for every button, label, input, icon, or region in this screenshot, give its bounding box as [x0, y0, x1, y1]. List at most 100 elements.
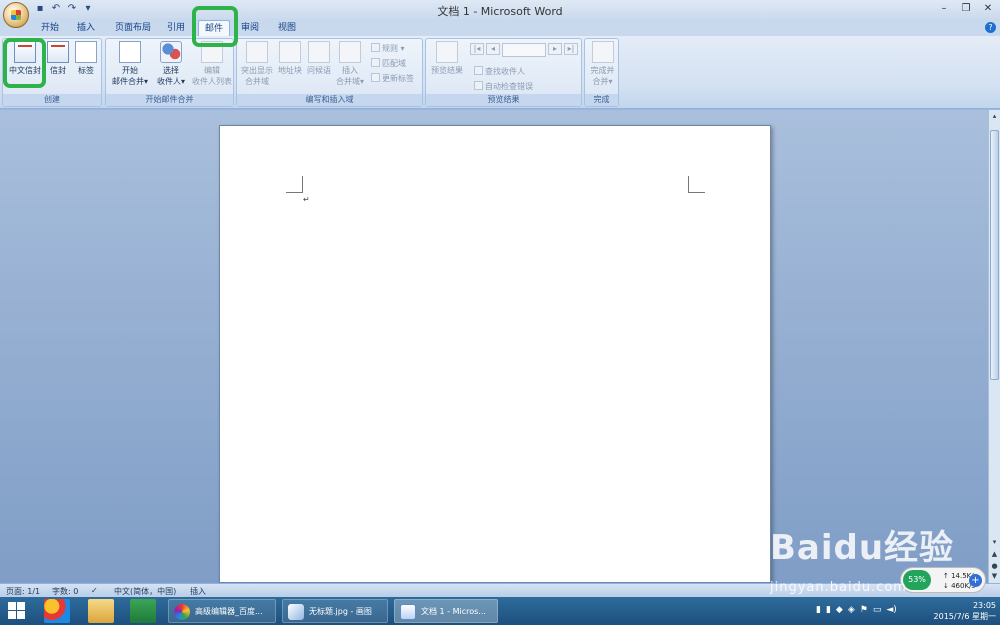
envelope-button[interactable]: 信封: [45, 41, 71, 76]
scroll-down-icon[interactable]: ▾: [990, 538, 999, 547]
address-block-button[interactable]: 地址块: [276, 41, 304, 76]
mail-merge-icon: [119, 41, 141, 63]
tray-icon-shield[interactable]: ◆: [836, 605, 843, 615]
insert-field-icon: [339, 41, 361, 63]
paragraph-mark: ↵: [303, 195, 310, 204]
browse-object-icon[interactable]: ●: [990, 562, 999, 571]
last-record-icon[interactable]: ▸|: [564, 43, 578, 55]
group-write-insert-fields: 突出显示 合并域 地址块 问候语 插入 合并域▾ 规则 ▾ 匹配域 更新标签 编…: [236, 38, 423, 107]
preview-results-button[interactable]: 预览结果: [428, 41, 466, 76]
taskbar: 高级编辑器_百度... 无标题.jpg - 画图 文档 1 - Micros..…: [0, 597, 1000, 625]
memory-percent: 53%: [903, 570, 931, 590]
edit-recipient-list-button[interactable]: 编辑 收件人列表: [190, 41, 234, 87]
group-label: 预览结果: [426, 94, 581, 106]
tab-home[interactable]: 开始: [36, 20, 64, 36]
paint-icon: [288, 604, 304, 620]
ribbon: 中文信封 信封 标签 创建 开始 邮件合并▾ 选择 收件人▾ 编辑 收件人列表 …: [0, 36, 1000, 109]
group-finish: 完成并 合并▾ 完成: [584, 38, 619, 107]
minimize-icon[interactable]: –: [934, 1, 954, 16]
volume-icon[interactable]: ◄): [886, 605, 896, 615]
finish-merge-icon: [591, 41, 614, 63]
excel-icon[interactable]: [130, 599, 156, 623]
word-icon: [400, 604, 416, 620]
tray-icon-network[interactable]: ▮: [816, 605, 821, 615]
tab-references[interactable]: 引用: [162, 20, 190, 36]
clock[interactable]: 23:05 2015/7/6 星期一: [934, 600, 996, 622]
file-explorer-icon[interactable]: [88, 599, 114, 623]
vertical-scrollbar[interactable]: ▴ ▾ ▲ ● ▼: [988, 110, 1000, 583]
taskbar-window-word[interactable]: 文档 1 - Micros...: [394, 599, 498, 623]
insert-merge-field-button[interactable]: 插入 合并域▾: [334, 41, 366, 87]
greeting-line-button[interactable]: 问候语: [305, 41, 333, 76]
taskbar-window-paint[interactable]: 无标题.jpg - 画图: [282, 599, 388, 623]
start-button[interactable]: [8, 602, 26, 620]
group-preview-results: 预览结果 |◂ ◂ ▸ ▸| 查找收件人 自动检查错误 预览结果: [425, 38, 582, 107]
address-block-icon: [279, 41, 301, 63]
margin-corner-top-right: [688, 176, 705, 193]
find-icon: [474, 66, 483, 75]
scroll-up-icon[interactable]: ▴: [990, 112, 999, 121]
finish-merge-button[interactable]: 完成并 合并▾: [586, 41, 619, 87]
tab-insert[interactable]: 插入: [72, 20, 100, 36]
close-icon[interactable]: ✕: [978, 1, 998, 16]
window-title: 文档 1 - Microsoft Word: [437, 5, 563, 18]
document-workspace: ↵: [0, 110, 988, 583]
word-count[interactable]: 字数: 0: [52, 586, 78, 597]
tray-icon-security[interactable]: ◈: [848, 605, 855, 615]
group-start-mail-merge: 开始 邮件合并▾ 选择 收件人▾ 编辑 收件人列表 开始邮件合并: [105, 38, 234, 107]
restore-icon[interactable]: ❐: [956, 1, 976, 16]
next-page-icon[interactable]: ▼: [990, 572, 999, 581]
check-errors-icon: [474, 81, 483, 90]
tray-icon-app[interactable]: ▮: [826, 605, 831, 615]
greeting-icon: [308, 41, 330, 63]
taskbar-window-editor[interactable]: 高级编辑器_百度...: [168, 599, 276, 623]
previous-page-icon[interactable]: ▲: [990, 550, 999, 559]
title-bar: ▪ ↶ ↷ ▾ 文档 1 - Microsoft Word – ❐ ✕: [0, 0, 1000, 28]
window-controls: – ❐ ✕: [934, 1, 998, 16]
next-record-icon[interactable]: ▸: [548, 43, 562, 55]
office-button[interactable]: [3, 2, 29, 28]
record-navigator: |◂ ◂ ▸ ▸|: [470, 43, 578, 57]
rules-button[interactable]: 规则 ▾: [371, 43, 405, 54]
find-recipient-button[interactable]: 查找收件人: [474, 66, 525, 77]
auto-check-errors-button[interactable]: 自动检查错误: [474, 81, 533, 92]
insert-mode[interactable]: 插入: [190, 586, 206, 597]
tray-icon-monitor[interactable]: ▭: [873, 605, 882, 615]
ribbon-tabs: 开始 插入 页面布局 引用 邮件 审阅 视图: [0, 20, 1000, 36]
update-labels-icon: [371, 73, 380, 82]
recipients-icon: [160, 41, 182, 63]
language-status[interactable]: 中文(简体，中国): [114, 586, 176, 597]
record-number-input[interactable]: [502, 43, 546, 57]
document-page[interactable]: ↵: [219, 125, 771, 583]
group-label: 创建: [3, 94, 101, 106]
network-monitor-widget[interactable]: 53% ↑ 14.5K/s ↓ 460K/s +: [900, 567, 986, 593]
tab-review[interactable]: 审阅: [236, 20, 264, 36]
update-labels-button[interactable]: 更新标签: [371, 73, 414, 84]
page-count[interactable]: 页面: 1/1: [6, 586, 40, 597]
preview-icon: [436, 41, 458, 63]
system-tray-icons: ▮ ▮ ◆ ◈ ⚑ ▭ ◄): [816, 605, 897, 615]
select-recipients-button[interactable]: 选择 收件人▾: [152, 41, 190, 87]
baidu-watermark: Baidu经验 jingyan.baidu.com: [770, 520, 955, 595]
first-record-icon[interactable]: |◂: [470, 43, 484, 55]
scroll-thumb[interactable]: [990, 130, 999, 380]
add-icon[interactable]: +: [969, 574, 982, 587]
browser-icon: [174, 604, 190, 620]
rules-icon: [371, 43, 380, 52]
group-label: 完成: [585, 94, 618, 106]
app-icon-pinned[interactable]: [44, 599, 70, 623]
previous-record-icon[interactable]: ◂: [486, 43, 500, 55]
proofing-icon[interactable]: ✓: [91, 586, 98, 595]
highlight-mailings-tab: [192, 6, 238, 47]
tab-page-layout[interactable]: 页面布局: [110, 20, 156, 36]
highlight-merge-fields-button[interactable]: 突出显示 合并域: [239, 41, 275, 87]
labels-button[interactable]: 标签: [73, 41, 99, 76]
group-label: 编写和插入域: [237, 94, 422, 106]
watermark-url: jingyan.baidu.com: [770, 580, 907, 595]
match-fields-button[interactable]: 匹配域: [371, 58, 406, 69]
watermark-brand: Baidu经验: [770, 528, 955, 568]
tab-view[interactable]: 视图: [273, 20, 301, 36]
help-icon[interactable]: ?: [985, 22, 996, 33]
start-mail-merge-button[interactable]: 开始 邮件合并▾: [108, 41, 152, 87]
tray-icon-flag[interactable]: ⚑: [860, 605, 868, 615]
